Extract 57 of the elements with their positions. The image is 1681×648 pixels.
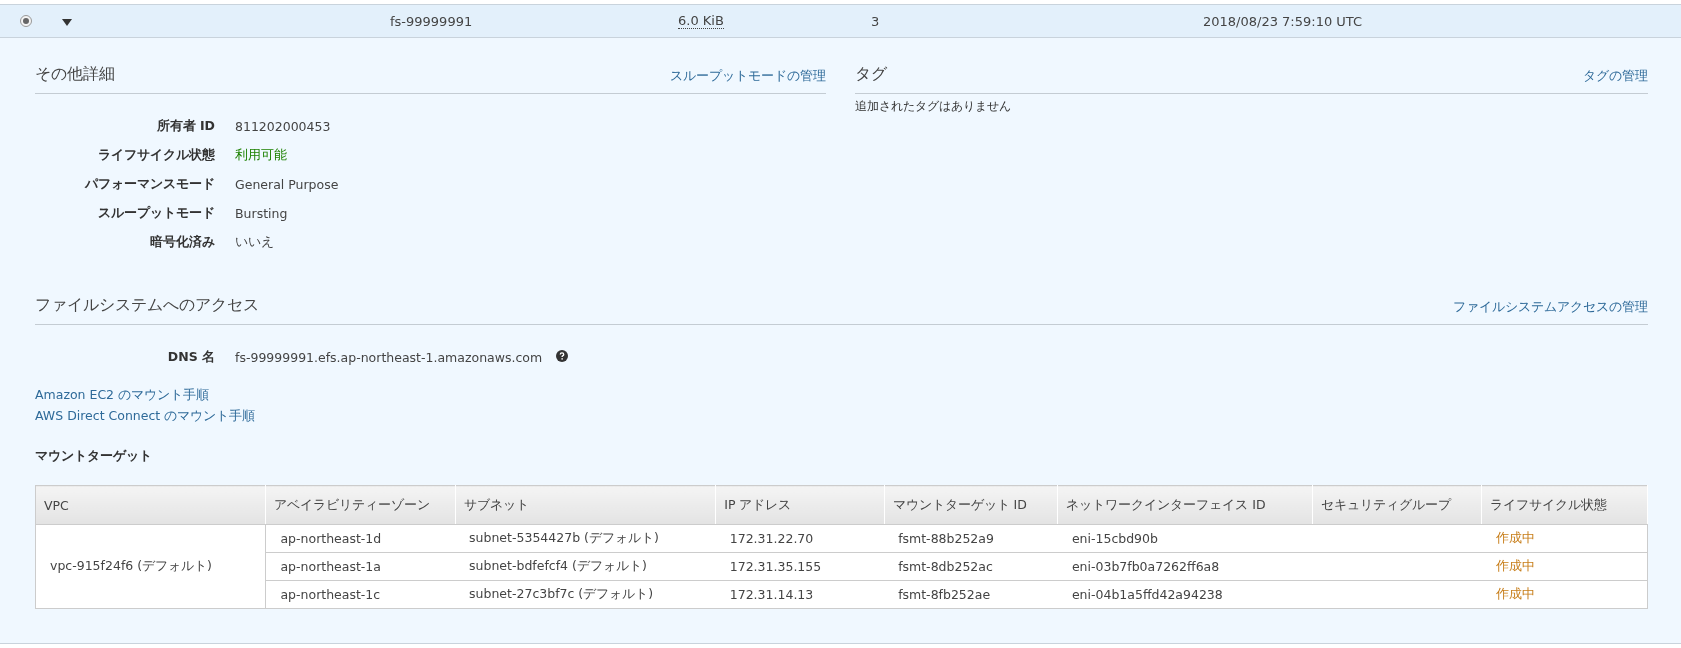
table-cell: vpc-915f24f6 (デフォルト) [35, 552, 266, 581]
field-value: いいえ [235, 234, 275, 251]
field-value: 利用可能 [235, 147, 288, 164]
column-header: ネットワークインターフェイス ID [1057, 485, 1313, 525]
manage-access-link[interactable]: ファイルシステムアクセスの管理 [1453, 299, 1648, 316]
table-cell: fsmt-8fb252ae [884, 580, 1058, 609]
column-header: ライフサイクル状態 [1481, 485, 1648, 525]
section-title: その他詳細 [35, 64, 115, 85]
mount-target-count: 3 [871, 13, 881, 29]
column-header: マウントターゲット ID [884, 485, 1058, 525]
mount-instructions-link[interactable]: Amazon EC2 のマウント手順 [35, 387, 210, 404]
status-cell: 作成中 [1481, 524, 1648, 553]
table-cell: subnet-bdfefcf4 (デフォルト) [455, 552, 716, 581]
table-cell: 172.31.14.13 [715, 580, 885, 609]
manage-throughput-link[interactable]: スループットモードの管理 [670, 68, 826, 85]
table-cell: ap-northeast-1d [265, 524, 456, 553]
empty-tags-message: 追加されたタグはありません [855, 98, 1012, 115]
table-cell: eni-04b1a5ffd42a94238 [1057, 580, 1313, 609]
dns-name-value: fs-99999991.efs.ap-northeast-1.amazonaws.com [235, 350, 543, 365]
section-title: タグ [855, 64, 887, 85]
section-title: ファイルシステムへのアクセス [35, 295, 259, 316]
field-value: General Purpose [235, 177, 340, 192]
field-label: DNS 名 [166, 349, 215, 366]
table-cell: ap-northeast-1a [265, 552, 456, 581]
table-cell: ap-northeast-1c [265, 580, 456, 609]
column-header: VPC [35, 485, 266, 525]
field-value: Bursting [235, 206, 289, 221]
status-cell: 作成中 [1481, 552, 1648, 581]
size-value: 6.0 KiB [678, 13, 724, 29]
table-cell: eni-03b7fb0a7262ff6a8 [1057, 552, 1313, 581]
field-label: スループットモード [97, 205, 215, 222]
mount-instructions-link[interactable]: AWS Direct Connect のマウント手順 [35, 408, 256, 425]
file-system-id: fs-99999991 [390, 13, 474, 29]
column-header: アベイラビリティーゾーン [265, 485, 456, 525]
help-icon[interactable] [556, 350, 569, 362]
field-label: ライフサイクル状態 [97, 147, 215, 164]
table-cell: fsmt-88b252a9 [884, 524, 1058, 553]
table-cell: subnet-27c3bf7c (デフォルト) [455, 580, 716, 609]
table-cell: 172.31.22.70 [715, 524, 885, 553]
column-header: セキュリティグループ [1312, 485, 1482, 525]
field-label: 暗号化済み [149, 234, 215, 251]
caret-icon[interactable] [62, 18, 72, 26]
file-system-row[interactable]: fs-99999991 6.0 KiB 3 2018/08/23 7:59:10 UTC [0, 4, 1681, 38]
field-label: 所有者 ID [155, 118, 215, 135]
table-cell: fsmt-8db252ac [884, 552, 1058, 581]
column-header: IP アドレス [715, 485, 885, 525]
column-header: サブネット [455, 485, 716, 525]
creation-time: 2018/08/23 7:59:10 UTC [1203, 13, 1364, 29]
field-value: 811202000453 [235, 119, 332, 134]
subsection-title: マウントターゲット [35, 447, 153, 465]
table-cell: 172.31.35.155 [715, 552, 885, 581]
status-cell: 作成中 [1481, 580, 1648, 609]
table-cell: subnet-5354427b (デフォルト) [455, 524, 716, 553]
manage-tags-link[interactable]: タグの管理 [1583, 68, 1648, 85]
field-label: パフォーマンスモード [83, 176, 215, 193]
radio-button[interactable] [20, 15, 32, 27]
table-cell: eni-15cbd90b [1057, 524, 1313, 553]
